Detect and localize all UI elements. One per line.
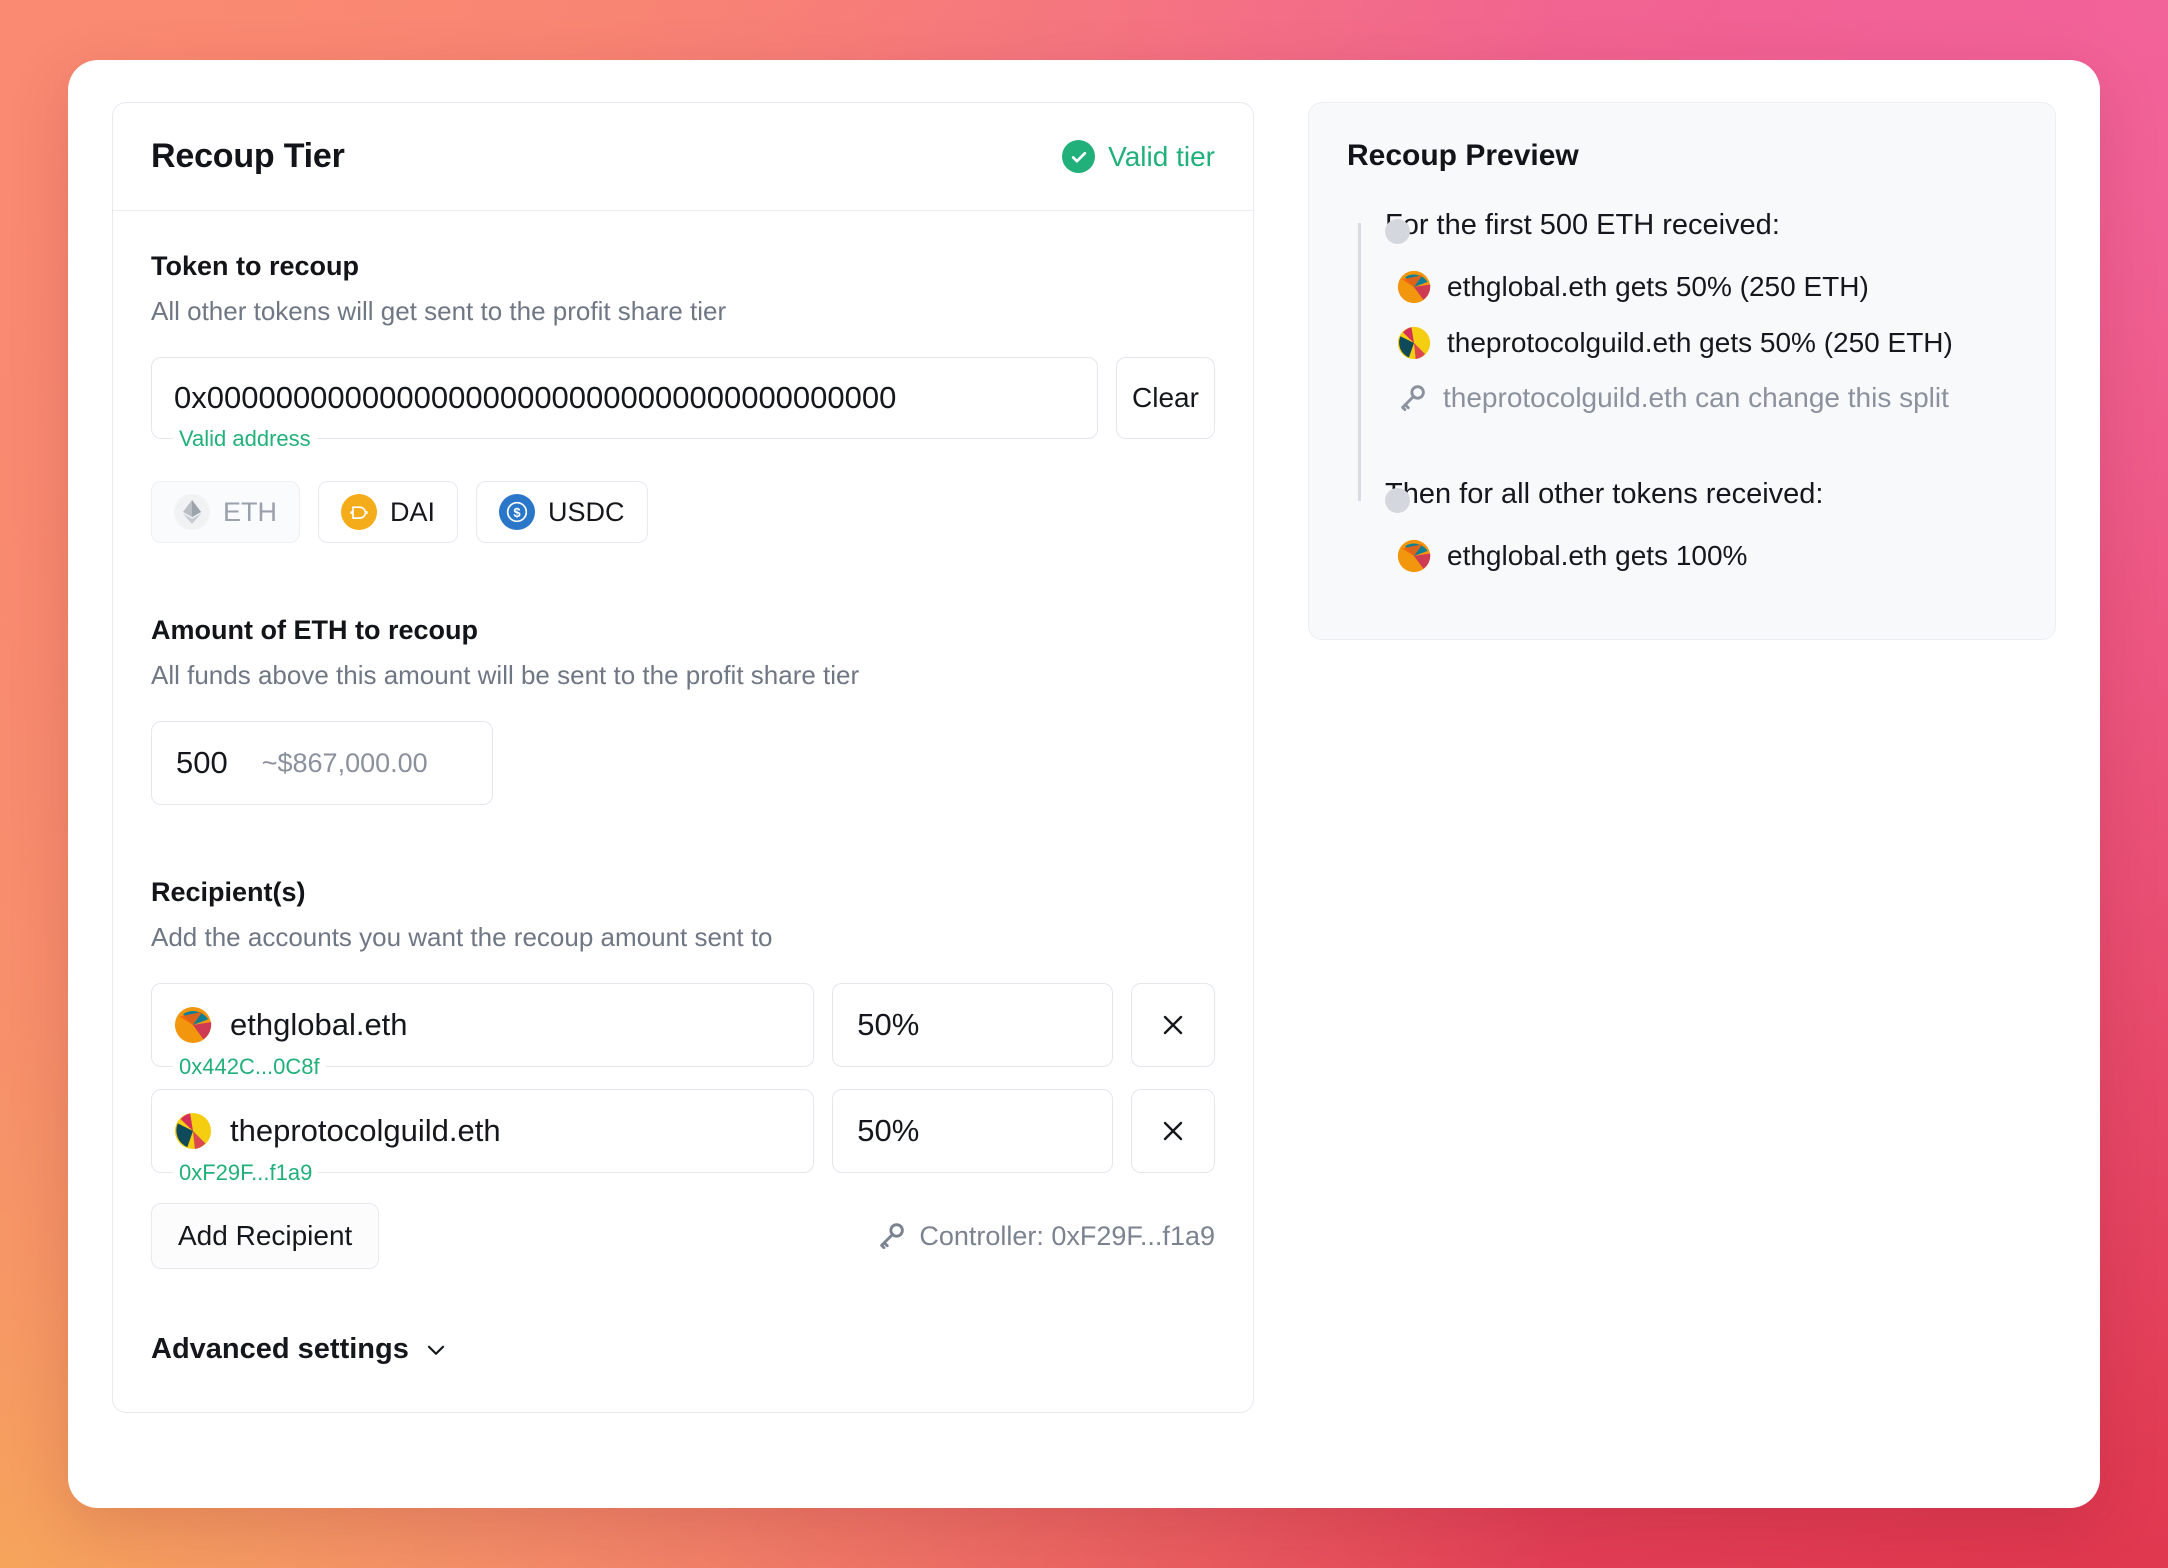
remove-recipient-button[interactable] — [1131, 1089, 1215, 1173]
advanced-settings-label: Advanced settings — [151, 1333, 409, 1365]
token-chip-dai-label: DAI — [390, 496, 436, 527]
recipient-name-wrapper: theprotocolguild.eth 0xF29F...f1a9 — [151, 1089, 815, 1186]
recipient-percent-input[interactable]: 50% — [832, 983, 1114, 1067]
recipient-address-label: 0xF29F...f1a9 — [173, 1160, 319, 1186]
status-badge: Valid tier — [1062, 140, 1215, 173]
preview-line: ethglobal.eth gets 100% — [1385, 539, 2017, 573]
usdc-token-icon: $ — [499, 494, 536, 530]
svg-text:$: $ — [513, 505, 521, 520]
chevron-down-icon — [427, 1345, 444, 1355]
token-address-row: 0x00000000000000000000000000000000000000… — [151, 357, 1215, 452]
preview-block-heading: For the first 500 ETH received: — [1385, 209, 1780, 241]
card-header: Recoup Tier Valid tier — [113, 103, 1253, 211]
token-help: All other tokens will get sent to the pr… — [151, 296, 727, 326]
controller-info: Controller: 0xF29F...f1a9 — [876, 1221, 1215, 1252]
preview-line-text: theprotocolguild.eth gets 50% (250 ETH) — [1447, 327, 1953, 358]
ethglobal-avatar — [174, 1006, 212, 1044]
preview-title: Recoup Preview — [1347, 139, 1579, 172]
timeline-dot — [1385, 219, 1410, 244]
clear-button[interactable]: Clear — [1115, 357, 1215, 439]
timeline-spacer — [1385, 436, 2017, 478]
address-validation-label: Valid address — [173, 426, 317, 452]
amount-input[interactable]: 500 ~$867,000.00 — [151, 721, 493, 805]
recipient-name-value: ethglobal.eth — [230, 1007, 408, 1042]
card-body: Token to recoup All other tokens will ge… — [113, 211, 1253, 1412]
preview-line-text: theprotocolguild.eth can change this spl… — [1443, 382, 1949, 413]
preview-block-other-tokens: Then for all other tokens received: ethg… — [1385, 478, 2017, 573]
close-icon — [1163, 1121, 1183, 1141]
recipient-name-value: theprotocolguild.eth — [230, 1113, 501, 1148]
token-chip-eth-label: ETH — [223, 496, 277, 527]
recoup-tier-card: Recoup Tier Valid tier Token to recoup A… — [112, 102, 1254, 1413]
dai-token-icon — [341, 494, 377, 530]
token-chip-group: ETH DAI $ USDC — [151, 481, 1215, 543]
recipient-row: ethglobal.eth 0x442C...0C8f 50% — [151, 983, 1215, 1080]
preview-line: theprotocolguild.eth can change this spl… — [1385, 382, 2017, 414]
ethglobal-avatar — [1397, 270, 1431, 304]
amount-value: 500 — [176, 745, 228, 780]
key-icon — [1401, 385, 1425, 412]
amount-usd-estimate: ~$867,000.00 — [261, 747, 428, 778]
token-section: Token to recoup All other tokens will ge… — [151, 251, 1215, 543]
recipients-footer: Add Recipient Controller: 0xF29F...f1a9 — [151, 1203, 1215, 1269]
eth-token-icon — [174, 494, 210, 530]
protocolguild-avatar — [1397, 326, 1431, 360]
recipients-label: Recipient(s) — [151, 877, 306, 907]
preview-block-heading: Then for all other tokens received: — [1385, 478, 1824, 510]
preview-timeline: For the first 500 ETH received: ethgloba… — [1347, 209, 2017, 573]
recipients-help: Add the accounts you want the recoup amo… — [151, 922, 773, 952]
app-window: Recoup Tier Valid tier Token to recoup A… — [68, 60, 2100, 1508]
recoup-preview-panel: Recoup Preview For the first 500 ETH rec… — [1308, 102, 2056, 640]
token-address-wrapper: 0x00000000000000000000000000000000000000… — [151, 357, 1098, 452]
token-chip-usdc-label: USDC — [548, 496, 625, 527]
protocolguild-avatar — [174, 1112, 212, 1150]
remove-recipient-button[interactable] — [1131, 983, 1215, 1067]
amount-label: Amount of ETH to recoup — [151, 615, 478, 645]
status-badge-label: Valid tier — [1108, 140, 1215, 172]
amount-section: Amount of ETH to recoup All funds above … — [151, 615, 1215, 805]
recipients-section: Recipient(s) Add the accounts you want t… — [151, 877, 1215, 1269]
preview-line: theprotocolguild.eth gets 50% (250 ETH) — [1385, 326, 2017, 360]
key-icon — [880, 1223, 905, 1250]
controller-label: Controller: 0xF29F...f1a9 — [919, 1220, 1215, 1251]
advanced-settings-toggle[interactable]: Advanced settings — [151, 1333, 1215, 1366]
page-title: Recoup Tier — [151, 137, 345, 175]
check-circle-icon — [1062, 140, 1096, 173]
timeline-dot — [1385, 488, 1410, 513]
recipient-name-wrapper: ethglobal.eth 0x442C...0C8f — [151, 983, 815, 1080]
token-chip-dai[interactable]: DAI — [318, 481, 459, 543]
preview-line-text: ethglobal.eth gets 100% — [1447, 540, 1748, 571]
add-recipient-button[interactable]: Add Recipient — [151, 1203, 380, 1269]
token-label: Token to recoup — [151, 251, 360, 281]
token-chip-eth[interactable]: ETH — [151, 481, 300, 543]
token-chip-usdc[interactable]: $ USDC — [476, 481, 648, 543]
recipient-percent-input[interactable]: 50% — [832, 1089, 1114, 1173]
close-icon — [1163, 1015, 1183, 1035]
recipient-row: theprotocolguild.eth 0xF29F...f1a9 50% — [151, 1089, 1215, 1186]
recipient-address-label: 0x442C...0C8f — [173, 1054, 326, 1080]
preview-line: ethglobal.eth gets 50% (250 ETH) — [1385, 270, 2017, 304]
preview-line-text: ethglobal.eth gets 50% (250 ETH) — [1447, 271, 1869, 302]
ethglobal-avatar — [1397, 539, 1431, 573]
preview-block-first-tier: For the first 500 ETH received: ethgloba… — [1385, 209, 2017, 414]
amount-help: All funds above this amount will be sent… — [151, 660, 860, 690]
